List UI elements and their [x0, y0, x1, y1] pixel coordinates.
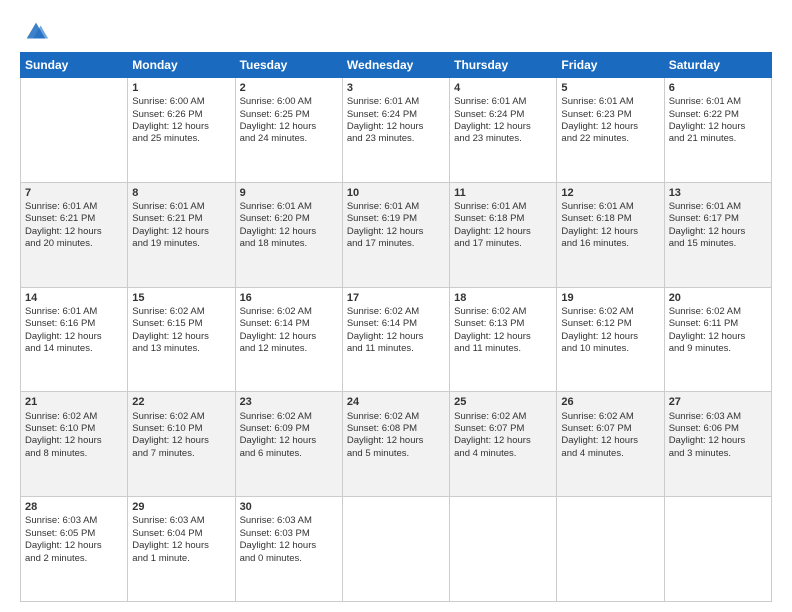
calendar-week-row: 1Sunrise: 6:00 AMSunset: 6:26 PMDaylight…: [21, 78, 772, 183]
calendar-cell: 30Sunrise: 6:03 AMSunset: 6:03 PMDayligh…: [235, 497, 342, 602]
calendar-day-header: Saturday: [664, 53, 771, 78]
header: [20, 18, 772, 42]
day-number: 28: [25, 500, 123, 514]
day-number: 8: [132, 186, 230, 200]
calendar-cell: 5Sunrise: 6:01 AMSunset: 6:23 PMDaylight…: [557, 78, 664, 183]
day-number: 18: [454, 291, 552, 305]
calendar-cell: 26Sunrise: 6:02 AMSunset: 6:07 PMDayligh…: [557, 392, 664, 497]
day-number: 21: [25, 395, 123, 409]
day-number: 4: [454, 81, 552, 95]
day-number: 22: [132, 395, 230, 409]
calendar-cell: 20Sunrise: 6:02 AMSunset: 6:11 PMDayligh…: [664, 287, 771, 392]
logo: [20, 18, 50, 42]
day-number: 30: [240, 500, 338, 514]
calendar-cell: 12Sunrise: 6:01 AMSunset: 6:18 PMDayligh…: [557, 182, 664, 287]
calendar-cell: [664, 497, 771, 602]
day-number: 3: [347, 81, 445, 95]
calendar-cell: 9Sunrise: 6:01 AMSunset: 6:20 PMDaylight…: [235, 182, 342, 287]
day-number: 25: [454, 395, 552, 409]
day-number: 2: [240, 81, 338, 95]
calendar-cell: 23Sunrise: 6:02 AMSunset: 6:09 PMDayligh…: [235, 392, 342, 497]
calendar-cell: [21, 78, 128, 183]
calendar-cell: 25Sunrise: 6:02 AMSunset: 6:07 PMDayligh…: [450, 392, 557, 497]
calendar-cell: 13Sunrise: 6:01 AMSunset: 6:17 PMDayligh…: [664, 182, 771, 287]
calendar-cell: 29Sunrise: 6:03 AMSunset: 6:04 PMDayligh…: [128, 497, 235, 602]
calendar-cell: 10Sunrise: 6:01 AMSunset: 6:19 PMDayligh…: [342, 182, 449, 287]
day-number: 23: [240, 395, 338, 409]
calendar-cell: [557, 497, 664, 602]
calendar-cell: 2Sunrise: 6:00 AMSunset: 6:25 PMDaylight…: [235, 78, 342, 183]
calendar-cell: [342, 497, 449, 602]
calendar-week-row: 21Sunrise: 6:02 AMSunset: 6:10 PMDayligh…: [21, 392, 772, 497]
day-number: 14: [25, 291, 123, 305]
calendar-day-header: Friday: [557, 53, 664, 78]
day-number: 5: [561, 81, 659, 95]
calendar-cell: 27Sunrise: 6:03 AMSunset: 6:06 PMDayligh…: [664, 392, 771, 497]
day-number: 11: [454, 186, 552, 200]
calendar-week-row: 28Sunrise: 6:03 AMSunset: 6:05 PMDayligh…: [21, 497, 772, 602]
calendar-cell: 28Sunrise: 6:03 AMSunset: 6:05 PMDayligh…: [21, 497, 128, 602]
day-number: 9: [240, 186, 338, 200]
day-number: 7: [25, 186, 123, 200]
page: SundayMondayTuesdayWednesdayThursdayFrid…: [0, 0, 792, 612]
calendar-day-header: Wednesday: [342, 53, 449, 78]
calendar-table: SundayMondayTuesdayWednesdayThursdayFrid…: [20, 52, 772, 602]
calendar-cell: 19Sunrise: 6:02 AMSunset: 6:12 PMDayligh…: [557, 287, 664, 392]
calendar-day-header: Tuesday: [235, 53, 342, 78]
day-number: 19: [561, 291, 659, 305]
day-number: 20: [669, 291, 767, 305]
day-number: 10: [347, 186, 445, 200]
calendar-day-header: Sunday: [21, 53, 128, 78]
day-number: 1: [132, 81, 230, 95]
calendar-cell: 6Sunrise: 6:01 AMSunset: 6:22 PMDaylight…: [664, 78, 771, 183]
logo-icon: [22, 18, 50, 46]
day-number: 27: [669, 395, 767, 409]
day-number: 12: [561, 186, 659, 200]
calendar-cell: 4Sunrise: 6:01 AMSunset: 6:24 PMDaylight…: [450, 78, 557, 183]
calendar-cell: 7Sunrise: 6:01 AMSunset: 6:21 PMDaylight…: [21, 182, 128, 287]
day-number: 26: [561, 395, 659, 409]
day-number: 13: [669, 186, 767, 200]
calendar-cell: 3Sunrise: 6:01 AMSunset: 6:24 PMDaylight…: [342, 78, 449, 183]
calendar-cell: 21Sunrise: 6:02 AMSunset: 6:10 PMDayligh…: [21, 392, 128, 497]
calendar-cell: 15Sunrise: 6:02 AMSunset: 6:15 PMDayligh…: [128, 287, 235, 392]
calendar-cell: 8Sunrise: 6:01 AMSunset: 6:21 PMDaylight…: [128, 182, 235, 287]
day-number: 16: [240, 291, 338, 305]
calendar-cell: 22Sunrise: 6:02 AMSunset: 6:10 PMDayligh…: [128, 392, 235, 497]
calendar-day-header: Monday: [128, 53, 235, 78]
calendar-cell: 14Sunrise: 6:01 AMSunset: 6:16 PMDayligh…: [21, 287, 128, 392]
day-number: 6: [669, 81, 767, 95]
day-number: 24: [347, 395, 445, 409]
calendar-day-header: Thursday: [450, 53, 557, 78]
calendar-header-row: SundayMondayTuesdayWednesdayThursdayFrid…: [21, 53, 772, 78]
day-number: 15: [132, 291, 230, 305]
day-number: 17: [347, 291, 445, 305]
calendar-cell: 11Sunrise: 6:01 AMSunset: 6:18 PMDayligh…: [450, 182, 557, 287]
calendar-week-row: 14Sunrise: 6:01 AMSunset: 6:16 PMDayligh…: [21, 287, 772, 392]
calendar-cell: 1Sunrise: 6:00 AMSunset: 6:26 PMDaylight…: [128, 78, 235, 183]
calendar-cell: [450, 497, 557, 602]
calendar-week-row: 7Sunrise: 6:01 AMSunset: 6:21 PMDaylight…: [21, 182, 772, 287]
day-number: 29: [132, 500, 230, 514]
calendar-cell: 24Sunrise: 6:02 AMSunset: 6:08 PMDayligh…: [342, 392, 449, 497]
calendar-cell: 17Sunrise: 6:02 AMSunset: 6:14 PMDayligh…: [342, 287, 449, 392]
calendar-cell: 18Sunrise: 6:02 AMSunset: 6:13 PMDayligh…: [450, 287, 557, 392]
calendar-cell: 16Sunrise: 6:02 AMSunset: 6:14 PMDayligh…: [235, 287, 342, 392]
